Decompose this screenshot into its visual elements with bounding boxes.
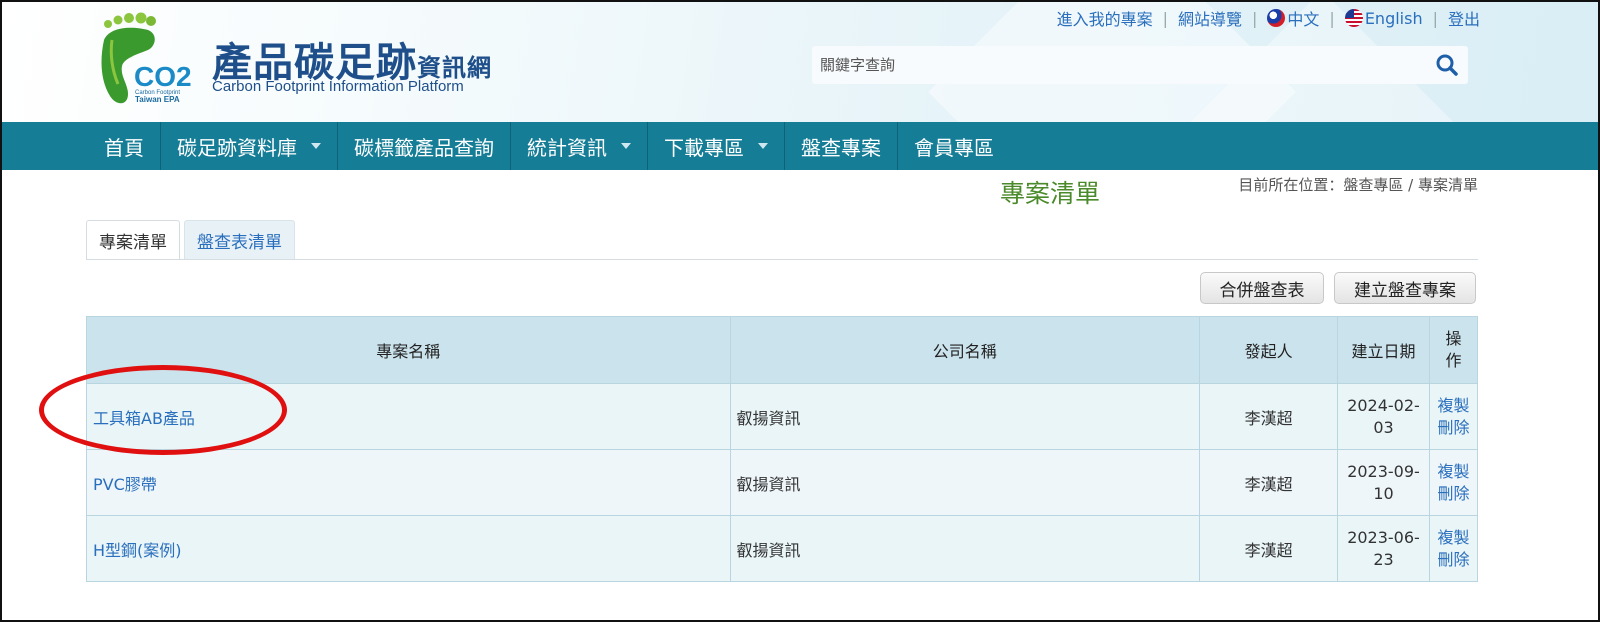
search-box [812, 46, 1468, 84]
my-projects-link[interactable]: 進入我的專案 [1057, 6, 1153, 30]
date-cell: 2024-02-03 [1337, 383, 1430, 450]
english-language-link[interactable]: English [1344, 9, 1423, 28]
tab-inventory-sheet-list[interactable]: 盤查表清單 [184, 220, 295, 259]
project-name-link[interactable]: H型鋼(案例) [93, 541, 182, 560]
date-cell: 2023-09-10 [1337, 449, 1430, 516]
footprint-logo-icon: CO2 Carbon Footprint Taiwan EPA [101, 12, 192, 104]
table-header-row: 專案名稱 公司名稱 發起人 建立日期 操作 [86, 316, 1479, 384]
tab-bar: 專案清單 盤查表清單 [86, 220, 299, 260]
initiator-cell: 李漢超 [1199, 383, 1339, 450]
nav-inventory-projects[interactable]: 盤查專案 [785, 122, 898, 170]
header-company-name[interactable]: 公司名稱 [729, 316, 1201, 384]
company-cell: 叡揚資訊 [729, 383, 1201, 450]
table-row: PVC膠帶 叡揚資訊 李漢超 2023-09-10 複製 刪除 [86, 449, 1479, 516]
project-name-link[interactable]: 工具箱AB產品 [93, 409, 195, 428]
delete-link[interactable]: 刪除 [1437, 418, 1469, 437]
copy-link[interactable]: 複製 [1437, 528, 1469, 547]
header-initiator[interactable]: 發起人 [1199, 316, 1339, 384]
caret-down-icon [758, 143, 768, 149]
caret-down-icon [621, 143, 631, 149]
header-project-name[interactable]: 專案名稱 [86, 316, 731, 384]
nav-home[interactable]: 首頁 [88, 122, 161, 170]
page-title: 專案清單 [1000, 179, 1101, 208]
svg-text:CO2: CO2 [134, 61, 192, 92]
project-table: 專案名稱 公司名稱 發起人 建立日期 操作 工具箱AB產品 叡揚資訊 李漢超 2… [86, 316, 1479, 582]
initiator-cell: 李漢超 [1199, 515, 1339, 582]
merge-inventory-button[interactable]: 合併盤查表 [1200, 272, 1324, 304]
tab-project-list[interactable]: 專案清單 [86, 220, 180, 260]
header-operations: 操作 [1428, 316, 1479, 384]
top-links: 進入我的專案 | 網站導覽 | 中文 | English | 登出 [1057, 6, 1480, 30]
copy-link[interactable]: 複製 [1437, 462, 1469, 481]
table-row: H型鋼(案例) 叡揚資訊 李漢超 2023-06-23 複製 刪除 [86, 515, 1479, 582]
delete-link[interactable]: 刪除 [1437, 550, 1469, 569]
taiwan-flag-icon [1267, 9, 1286, 27]
project-name-link[interactable]: PVC膠帶 [93, 475, 157, 494]
logout-link[interactable]: 登出 [1448, 6, 1480, 30]
copy-link[interactable]: 複製 [1437, 396, 1469, 415]
chinese-language-link[interactable]: 中文 [1267, 6, 1319, 30]
initiator-cell: 李漢超 [1199, 449, 1339, 516]
logo-subtitle: Carbon Footprint Information Platform [212, 78, 464, 95]
caret-down-icon [311, 143, 321, 149]
date-cell: 2023-06-23 [1337, 515, 1430, 582]
table-row: 工具箱AB產品 叡揚資訊 李漢超 2024-02-03 複製 刪除 [86, 383, 1479, 450]
company-cell: 叡揚資訊 [729, 449, 1201, 516]
delete-link[interactable]: 刪除 [1437, 484, 1469, 503]
sitemap-link[interactable]: 網站導覽 [1178, 6, 1242, 30]
header-created-date[interactable]: 建立日期 [1337, 316, 1430, 384]
site-logo[interactable]: CO2 Carbon Footprint Taiwan EPA 產品碳足跡資訊網… [98, 10, 518, 110]
nav-carbon-database[interactable]: 碳足跡資料庫 [161, 122, 338, 170]
nav-member-area[interactable]: 會員專區 [898, 122, 1010, 170]
site-header: CO2 Carbon Footprint Taiwan EPA 產品碳足跡資訊網… [2, 2, 1598, 122]
search-input[interactable] [820, 54, 1420, 76]
us-flag-icon [1344, 9, 1363, 27]
company-cell: 叡揚資訊 [729, 515, 1201, 582]
search-icon[interactable] [1434, 52, 1460, 78]
create-project-button[interactable]: 建立盤查專案 [1334, 272, 1476, 304]
nav-carbon-label-search[interactable]: 碳標籤產品查詢 [338, 122, 511, 170]
main-nav: 首頁 碳足跡資料庫 碳標籤產品查詢 統計資訊 下載專區 盤查專案 會員專區 [2, 122, 1598, 170]
breadcrumb: 目前所在位置：盤查專區 / 專案清單 [1238, 176, 1478, 194]
nav-statistics[interactable]: 統計資訊 [511, 122, 648, 170]
svg-text:Taiwan EPA: Taiwan EPA [135, 95, 180, 104]
nav-downloads[interactable]: 下載專區 [648, 122, 785, 170]
